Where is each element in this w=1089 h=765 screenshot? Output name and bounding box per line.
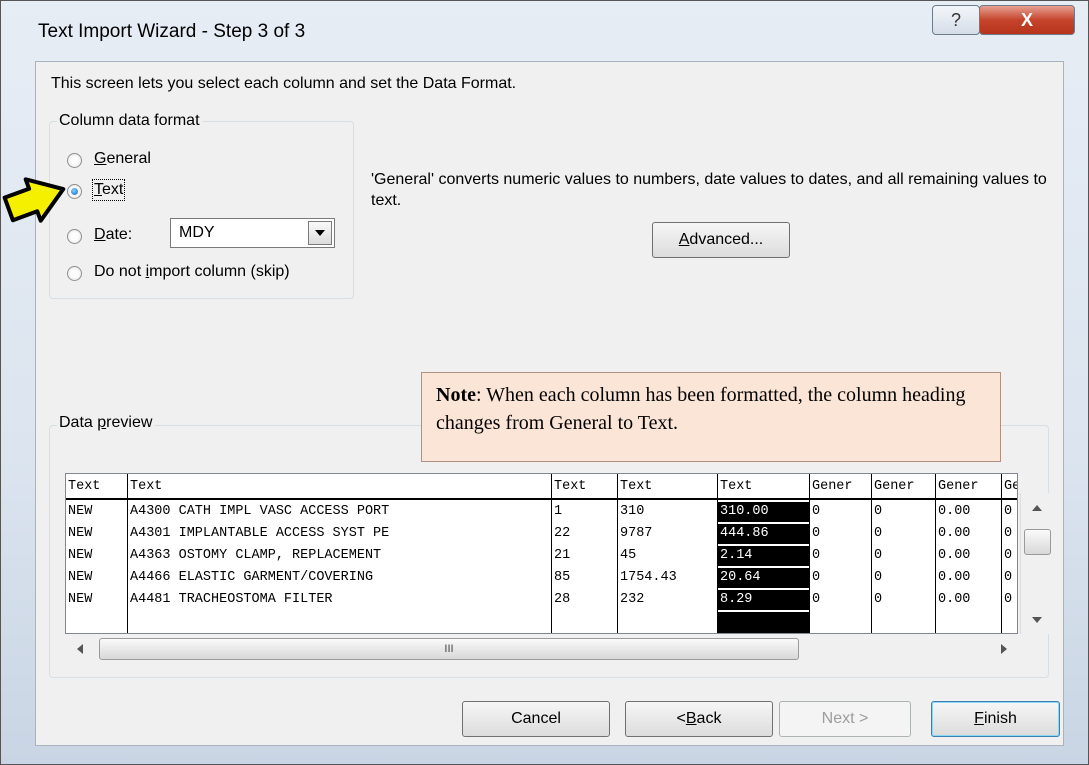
column-data-format-legend: Column data format: [57, 112, 202, 130]
header-divider: [66, 498, 1017, 500]
table-cell: 1754.43: [620, 570, 677, 585]
table-cell: 0: [874, 504, 883, 519]
note-label: Note: [436, 384, 476, 406]
table-cell: A4300 CATH IMPL VASC ACCESS PORT: [130, 504, 390, 519]
table-cell: 0: [874, 570, 883, 585]
column-header[interactable]: Gener: [874, 479, 935, 494]
pointer-arrow-icon: [2, 177, 66, 223]
column-header[interactable]: Ge: [1004, 479, 1017, 494]
table-cell: 22: [554, 526, 571, 541]
radio-general-label-rest: eneral: [106, 150, 151, 167]
table-cell: A4301 IMPLANTABLE ACCESS SYST PE: [130, 526, 390, 541]
description-text: This screen lets you select each column …: [51, 75, 517, 92]
text-import-wizard-window: Text Import Wizard - Step 3 of 3 ? X Thi…: [0, 0, 1089, 765]
window-title: Text Import Wizard - Step 3 of 3: [38, 21, 306, 42]
column-header[interactable]: Text: [720, 479, 809, 494]
scroll-up-icon[interactable]: [1032, 505, 1042, 511]
title-bar[interactable]: Text Import Wizard - Step 3 of 3 ? X: [1, 1, 1089, 61]
table-cell: 0: [812, 570, 821, 585]
table-cell: A4363 OSTOMY CLAMP, REPLACEMENT: [130, 548, 382, 563]
radio-selected-dot: [71, 188, 78, 195]
table-cell: NEW: [68, 592, 93, 607]
chevron-down-icon[interactable]: [308, 221, 332, 245]
help-button[interactable]: ?: [932, 5, 980, 35]
radio-general[interactable]: [67, 153, 82, 168]
column-header[interactable]: Text: [130, 479, 551, 494]
scroll-right-icon[interactable]: [1001, 644, 1007, 654]
radio-text-label[interactable]: Text: [91, 179, 126, 201]
table-cell: 0.00: [938, 504, 971, 519]
vertical-scrollbar[interactable]: [1020, 493, 1054, 634]
radio-date-label[interactable]: Date:: [94, 226, 132, 244]
table-cell: NEW: [68, 504, 93, 519]
radio-general-label[interactable]: General: [94, 150, 151, 168]
table-cell: NEW: [68, 570, 93, 585]
table-cell: 8.29: [718, 590, 809, 610]
date-format-select[interactable]: MDY: [170, 218, 335, 248]
table-cell: 310.00: [718, 502, 809, 522]
table-cell: 0: [1004, 570, 1013, 585]
close-button[interactable]: X: [979, 5, 1075, 35]
table-cell: A4481 TRACHEOSTOMA FILTER: [130, 592, 333, 607]
table-cell: 310: [620, 504, 645, 519]
table-cell: 0: [874, 592, 883, 607]
table-cell: 0: [1004, 504, 1013, 519]
table-cell: 2.14: [718, 546, 809, 566]
table-cell: NEW: [68, 548, 93, 563]
table-cell: 85: [554, 570, 571, 585]
scroll-down-icon[interactable]: [1032, 617, 1042, 623]
info-text: 'General' converts numeric values to num…: [371, 171, 1047, 209]
radio-skip[interactable]: [67, 266, 82, 281]
column-header[interactable]: Gener: [812, 479, 871, 494]
table-cell: 0: [812, 526, 821, 541]
table-cell: 0: [812, 504, 821, 519]
scroll-grip-icon: III: [444, 643, 454, 655]
selected-column-fill: [718, 612, 809, 633]
note-text: : When each column has been formatted, t…: [436, 384, 966, 434]
finish-button[interactable]: Finish: [931, 701, 1060, 737]
table-cell: 0.00: [938, 570, 971, 585]
column-header[interactable]: Text: [620, 479, 717, 494]
table-cell: 0: [812, 548, 821, 563]
scroll-left-icon[interactable]: [77, 644, 83, 654]
table-cell: 28: [554, 592, 571, 607]
column-header[interactable]: Text: [554, 479, 617, 494]
vertical-scroll-thumb[interactable]: [1024, 529, 1051, 555]
radio-skip-label[interactable]: Do not import column (skip): [94, 263, 290, 281]
column-header[interactable]: Text: [68, 479, 127, 494]
table-cell: 0.00: [938, 592, 971, 607]
data-preview-legend: Data preview: [57, 414, 155, 432]
table-cell: 21: [554, 548, 571, 563]
radio-date[interactable]: [67, 229, 82, 244]
close-icon: X: [1020, 9, 1033, 30]
table-cell: 0.00: [938, 526, 971, 541]
date-format-value: MDY: [179, 224, 215, 241]
advanced-button[interactable]: Advanced...: [652, 222, 790, 258]
horizontal-scroll-thumb[interactable]: III: [99, 638, 799, 660]
horizontal-scrollbar[interactable]: III: [65, 635, 1018, 663]
table-cell: 1: [554, 504, 563, 519]
next-button[interactable]: Next >: [779, 701, 911, 737]
table-cell: 0: [874, 548, 883, 563]
table-cell: 232: [620, 592, 645, 607]
table-cell: 20.64: [718, 568, 809, 588]
table-cell: NEW: [68, 526, 93, 541]
table-cell: 0: [812, 592, 821, 607]
table-cell: 9787: [620, 526, 653, 541]
table-cell: 0: [1004, 526, 1013, 541]
table-cell: A4466 ELASTIC GARMENT/COVERING: [130, 570, 374, 585]
table-cell: 0: [874, 526, 883, 541]
back-button[interactable]: < Back: [625, 701, 773, 737]
help-icon: ?: [950, 9, 961, 30]
table-cell: 444.86: [718, 524, 809, 544]
column-header[interactable]: Gener: [938, 479, 1001, 494]
cancel-button[interactable]: Cancel: [462, 701, 610, 737]
data-preview-grid[interactable]: TextTextTextTextTextGenerGenerGenerGeNEW…: [65, 473, 1018, 634]
table-cell: 0.00: [938, 548, 971, 563]
table-cell: 0: [1004, 548, 1013, 563]
table-cell: 0: [1004, 592, 1013, 607]
table-cell: 45: [620, 548, 637, 563]
note-callout: Note: When each column has been formatte…: [421, 372, 1001, 462]
